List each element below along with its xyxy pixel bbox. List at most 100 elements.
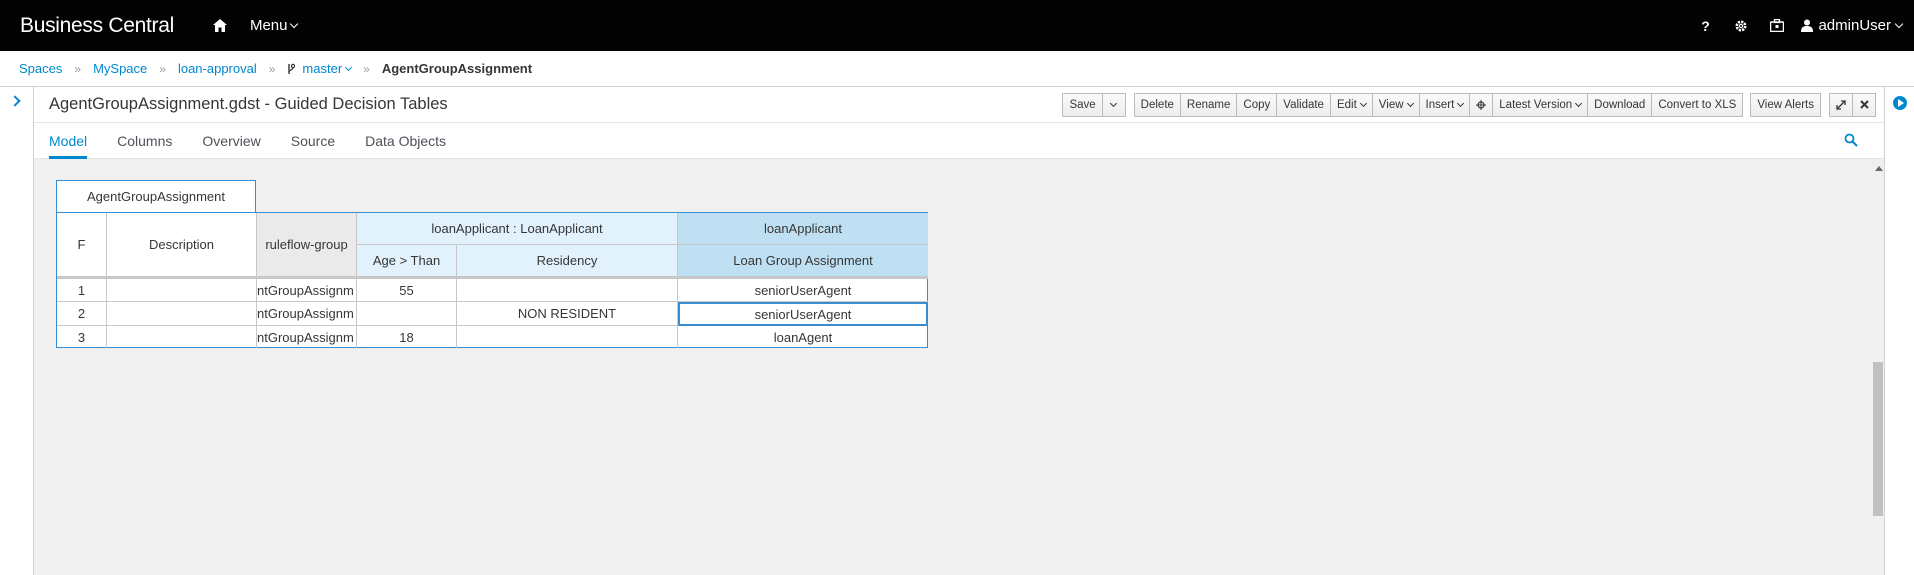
user-icon [1801,19,1814,32]
description-cell[interactable] [107,279,257,302]
insert-label: Insert [1425,98,1455,111]
save-options-button[interactable] [1101,92,1126,117]
tab-columns[interactable]: Columns [117,123,172,158]
window-controls [1829,92,1876,117]
loan-group-cell-selected[interactable]: seniorUserAgent [678,302,928,326]
chevron-right-icon [9,95,21,107]
ruleflow-cell[interactable]: ntGroupAssignm [257,279,357,302]
description-cell[interactable] [107,326,257,348]
header-action-pattern[interactable]: loanApplicant [678,213,928,245]
breadcrumb-separator: » [268,61,276,76]
chevron-down-icon [1406,99,1414,107]
chevron-down-icon [345,63,353,71]
breadcrumb: Spaces » MySpace » loan-approval » maste… [0,51,1914,87]
scrollbar-thumb[interactable] [1873,362,1883,516]
edit-menu-button[interactable]: Edit [1329,92,1373,117]
close-button[interactable] [1852,92,1876,117]
ruleflow-cell[interactable]: ntGroupAssignm [257,302,357,326]
version-menu-button[interactable]: Latest Version [1492,92,1589,117]
row-number[interactable]: 2 [57,302,107,326]
residency-cell[interactable] [457,326,678,348]
view-alerts-button[interactable]: View Alerts [1750,92,1821,117]
view-menu-button[interactable]: View [1371,92,1420,117]
help-icon[interactable]: ? [1687,18,1723,34]
rename-button[interactable]: Rename [1179,92,1238,117]
age-cell[interactable] [357,302,457,326]
actions-group: Delete Rename Copy Validate Edit View In… [1133,92,1744,117]
insert-menu-button[interactable]: Insert [1418,92,1471,117]
left-panel-toggle[interactable] [0,87,34,575]
search-icon[interactable] [1844,133,1860,149]
header-age[interactable]: Age > Than [357,245,457,277]
save-group: Save [1062,92,1126,117]
header-loan-group[interactable]: Loan Group Assignment [678,245,928,277]
breadcrumb-spaces[interactable]: Spaces [19,61,62,76]
convert-to-xls-button[interactable]: Convert to XLS [1651,92,1744,117]
editor-toolbar: Save Delete Rename Copy Validate Edit Vi… [1062,92,1876,117]
chevron-down-icon [1359,99,1367,107]
gear-icon[interactable] [1723,19,1759,33]
scroll-up-icon[interactable] [1875,166,1883,171]
breadcrumb-branch[interactable]: master [287,61,353,76]
breadcrumb-separator: » [74,61,82,76]
briefcase-icon[interactable] [1759,19,1795,32]
age-cell[interactable]: 55 [357,279,457,302]
header-pattern[interactable]: loanApplicant : LoanApplicant [357,213,678,245]
header-residency[interactable]: Residency [457,245,678,277]
right-panel [1884,87,1914,575]
chevron-down-icon [1110,99,1118,107]
close-icon [1859,100,1869,109]
validate-button[interactable]: Validate [1276,92,1331,117]
view-label: View [1378,98,1404,111]
home-icon[interactable] [212,18,228,34]
age-cell[interactable]: 18 [357,326,457,348]
breadcrumb-space[interactable]: MySpace [93,61,147,76]
editor-tabs: Model Columns Overview Source Data Objec… [34,123,1884,159]
vertical-scrollbar[interactable] [1872,162,1884,575]
editor-titlebar: AgentGroupAssignment.gdst - Guided Decis… [34,87,1884,123]
branch-label: master [302,61,343,76]
chevron-down-icon [290,19,299,29]
residency-cell[interactable]: NON RESIDENT [457,302,678,326]
description-cell[interactable] [107,302,257,326]
header-ruleflow-group[interactable]: ruleflow-group [257,213,357,277]
document-title: AgentGroupAssignment.gdst - Guided Decis… [49,95,448,113]
tab-overview[interactable]: Overview [202,123,260,158]
branch-icon [288,63,296,74]
expand-icon [1836,99,1846,110]
row-number[interactable]: 3 [57,326,107,348]
table-name-tab[interactable]: AgentGroupAssignment [56,180,256,212]
copy-button[interactable]: Copy [1236,92,1278,117]
crosshair-icon [1476,99,1487,110]
header-f[interactable]: F [57,213,107,277]
crosshair-button[interactable] [1469,92,1494,117]
maximize-button[interactable] [1829,92,1853,117]
chevron-down-icon [1575,99,1583,107]
app-brand[interactable]: Business Central [20,14,174,38]
navbar-right: ? adminUser [1687,17,1904,34]
breadcrumb-separator: » [363,61,370,76]
loan-group-cell[interactable]: loanAgent [678,326,928,348]
chevron-down-icon [1457,99,1465,107]
version-label: Latest Version [1499,98,1573,111]
row-number[interactable]: 1 [57,279,107,302]
header-description[interactable]: Description [107,213,257,277]
ruleflow-cell[interactable]: ntGroupAssignm [257,326,357,348]
edit-label: Edit [1336,98,1357,111]
chevron-down-icon [1894,19,1904,29]
delete-button[interactable]: Delete [1133,92,1181,117]
residency-cell[interactable] [457,279,678,302]
tab-model[interactable]: Model [49,123,88,159]
tab-source[interactable]: Source [291,123,335,158]
user-menu[interactable]: adminUser [1801,17,1904,34]
menu-dropdown[interactable]: Menu [250,17,299,34]
user-name: adminUser [1818,17,1891,34]
breadcrumb-separator: » [159,61,166,76]
save-button[interactable]: Save [1062,92,1103,117]
decision-table: F Description ruleflow-group loanApplica… [56,212,928,348]
play-circle-icon[interactable] [1893,96,1907,110]
download-button[interactable]: Download [1587,92,1653,117]
breadcrumb-project[interactable]: loan-approval [178,61,257,76]
tab-data-objects[interactable]: Data Objects [365,123,446,158]
loan-group-cell[interactable]: seniorUserAgent [678,279,928,302]
